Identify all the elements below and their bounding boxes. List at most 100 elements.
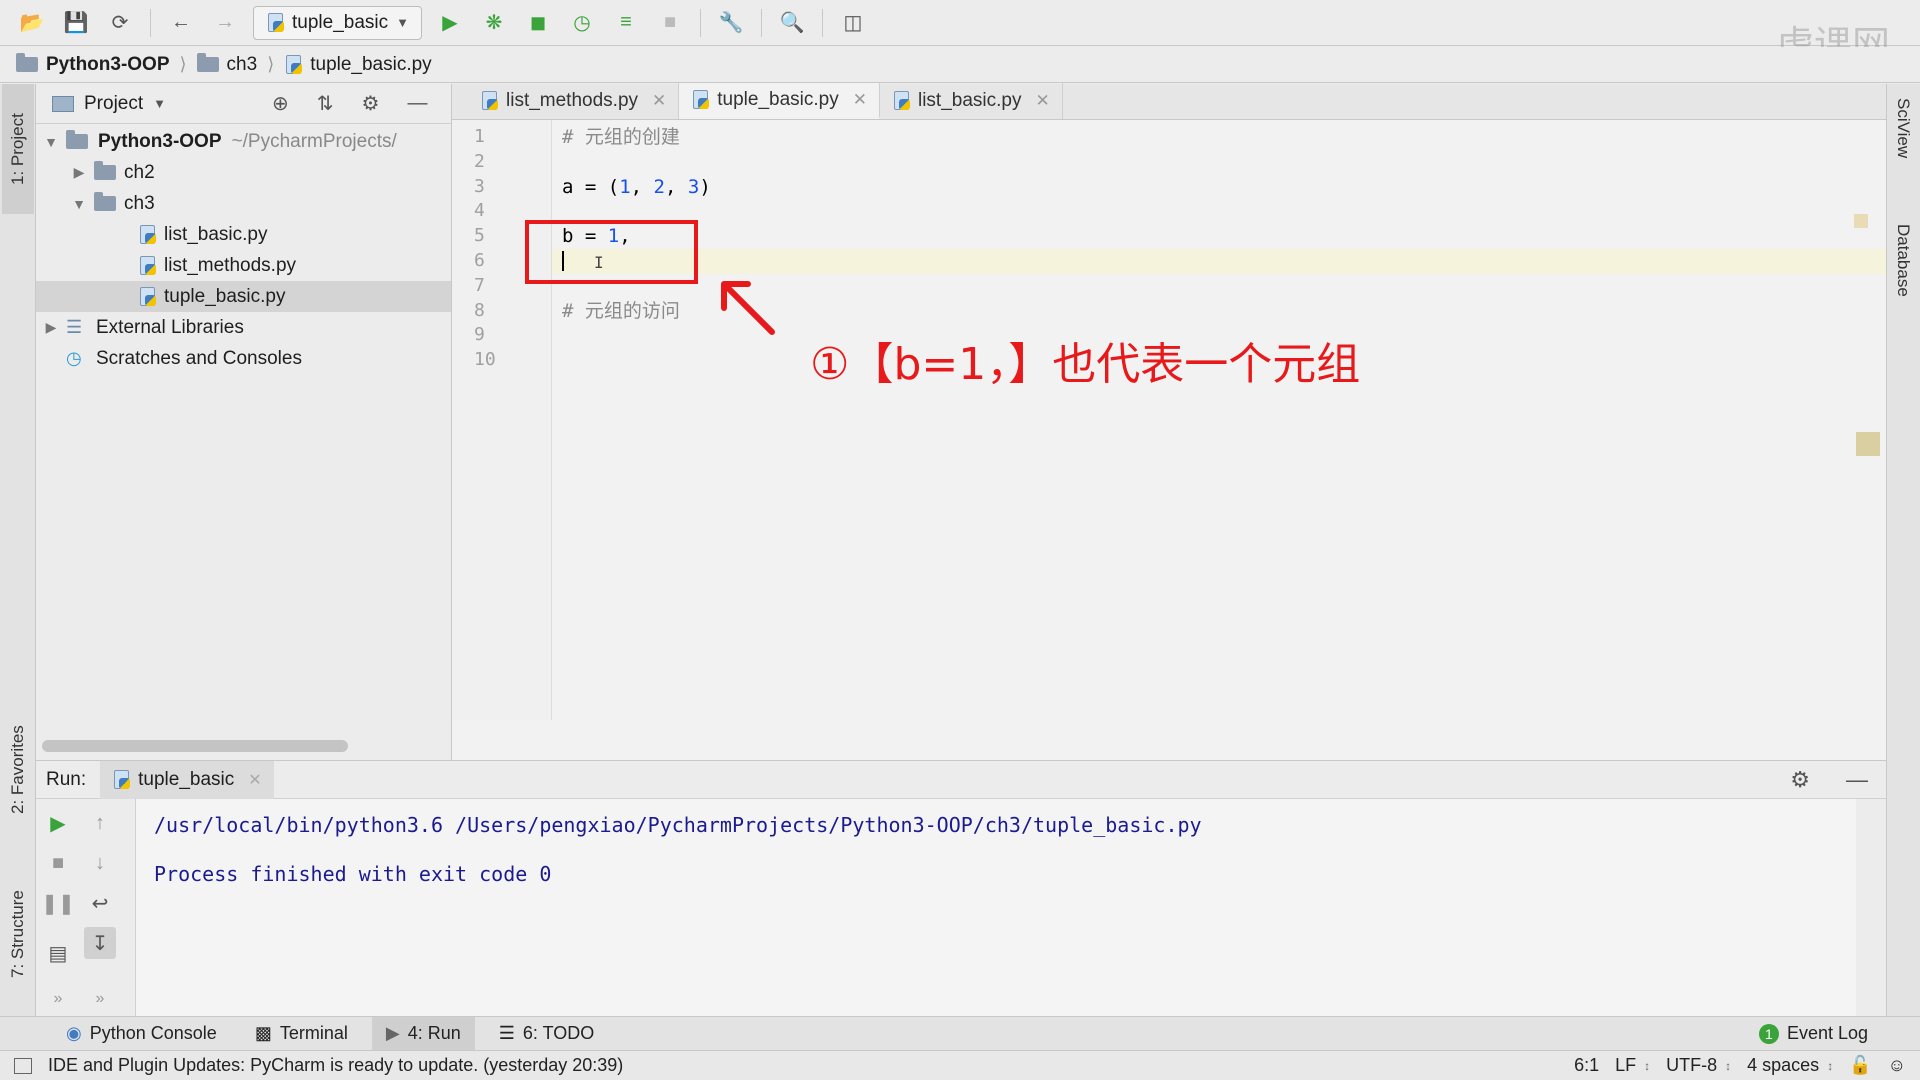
run-label: Run: (46, 768, 87, 790)
python-file-icon (480, 91, 498, 111)
stop-icon[interactable]: ■ (652, 5, 688, 41)
project-view-select[interactable]: Project (84, 93, 143, 115)
minimize-icon[interactable]: — (1846, 767, 1868, 793)
run-icon[interactable]: ▶ (432, 5, 468, 41)
tree-item-scratches[interactable]: ◷ Scratches and Consoles (36, 343, 451, 374)
lock-icon[interactable]: 🔓 (1849, 1055, 1871, 1076)
annotation-arrow-icon (721, 281, 775, 335)
run-with-coverage-icon[interactable]: ◼ (520, 5, 556, 41)
python-file-icon (138, 224, 156, 245)
tree-item-list-methods[interactable]: list_methods.py (36, 250, 451, 281)
down-arrow-icon[interactable]: ↓ (84, 847, 116, 879)
breadcrumb-folder-label: ch3 (226, 53, 258, 75)
run-tab[interactable]: tuple_basic ✕ (100, 760, 274, 799)
tab-todo[interactable]: ☰ 6: TODO (485, 1017, 609, 1051)
run-console-output[interactable]: /usr/local/bin/python3.6 /Users/pengxiao… (136, 799, 1856, 1017)
collapse-all-icon[interactable]: ⇅ (317, 91, 334, 116)
tab-run[interactable]: ▶ 4: Run (371, 1016, 475, 1051)
breadcrumb: Python3-OOP ⟩ ch3 ⟩ tuple_basic.py (0, 47, 1920, 83)
code-token: , (665, 175, 688, 198)
tree-item-label: list_methods.py (164, 254, 297, 276)
tree-item-root[interactable]: ▼ Python3-OOP ~/PycharmProjects/ (36, 126, 451, 157)
tree-item-ch2[interactable]: ▶ ch2 (36, 157, 451, 188)
tab-list-methods[interactable]: list_methods.py ✕ (468, 83, 680, 119)
up-arrow-icon[interactable]: ↑ (84, 807, 116, 839)
profile-icon[interactable]: ◷ (564, 5, 600, 41)
wrench-icon[interactable]: 🔧 (713, 5, 749, 41)
code-comment: # 元组的创建 (562, 126, 680, 148)
minimize-icon[interactable]: — (407, 92, 427, 115)
status-message[interactable]: IDE and Plugin Updates: PyCharm is ready… (48, 1055, 623, 1076)
file-encoding[interactable]: UTF-8 (1666, 1055, 1717, 1076)
back-icon[interactable]: ← (163, 5, 199, 41)
stop-icon[interactable]: ■ (42, 847, 74, 879)
chevron-right-icon[interactable]: ▶ (44, 319, 58, 336)
tab-tuple-basic[interactable]: tuple_basic.py ✕ (679, 83, 880, 119)
concurrency-diagram-icon[interactable]: ≡ (608, 5, 644, 41)
horizontal-scrollbar[interactable] (42, 740, 348, 752)
more-icon[interactable]: » (84, 983, 116, 1015)
close-icon[interactable]: ✕ (652, 91, 666, 111)
python-file-icon (138, 286, 156, 307)
error-stripe-marker[interactable] (1854, 214, 1868, 228)
layout-icon[interactable]: ▤ (42, 937, 74, 969)
tab-label: tuple_basic.py (717, 88, 839, 110)
tab-favorites[interactable]: 2: Favorites (2, 710, 34, 830)
chevron-down-icon[interactable]: ▼ (44, 134, 58, 150)
code-comment: # 元组的访问 (562, 299, 680, 322)
python-icon: ◉ (66, 1023, 82, 1043)
breadcrumb-project[interactable]: Python3-OOP (16, 53, 170, 76)
tab-structure[interactable]: 7: Structure (2, 874, 34, 994)
line-separator[interactable]: LF (1615, 1055, 1636, 1076)
tab-sciview[interactable]: SciView (1888, 98, 1918, 208)
close-icon[interactable]: ✕ (853, 90, 867, 110)
chevron-updown-icon: ↕ (1827, 1058, 1834, 1073)
gear-icon[interactable]: ⚙ (1790, 767, 1810, 793)
breadcrumb-folder[interactable]: ch3 (196, 53, 258, 76)
right-tool-strip: SciView Database (1886, 84, 1920, 1016)
tab-project[interactable]: 1: Project (2, 84, 34, 214)
run-panel: Run: tuple_basic ✕ ⚙ — ▶ ↑ ■ ↓ ❚❚ ↩ ▤ ↧ … (36, 760, 1886, 1017)
inspector-icon[interactable]: ☺ (1888, 1055, 1906, 1076)
line-number: 8 (474, 299, 485, 321)
locate-icon[interactable]: ⊕ (272, 91, 289, 116)
tab-structure-label: 7: Structure (8, 890, 27, 978)
panel-toggle-icon[interactable] (14, 1057, 32, 1074)
pause-icon[interactable]: ❚❚ (41, 887, 75, 919)
python-file-icon (691, 89, 710, 110)
tree-item-list-basic[interactable]: list_basic.py (36, 219, 451, 250)
tree-item-external-libraries[interactable]: ▶ ☰ External Libraries (36, 312, 451, 343)
soft-wrap-icon[interactable]: ↩ (84, 887, 116, 919)
tab-event-log[interactable]: 1 Event Log (1745, 1017, 1882, 1051)
tree-item-tuple-basic[interactable]: tuple_basic.py (36, 281, 451, 312)
code-token: ) (699, 175, 711, 198)
save-icon[interactable]: 💾 (58, 5, 94, 41)
tab-database[interactable]: Database (1888, 224, 1918, 344)
forward-icon[interactable]: → (207, 5, 243, 41)
tab-list-basic[interactable]: list_basic.py ✕ (880, 83, 1063, 119)
chevron-down-icon[interactable]: ▼ (72, 196, 86, 212)
run-configuration-select[interactable]: tuple_basic ▼ (253, 5, 422, 40)
search-icon[interactable]: 🔍 (774, 5, 810, 41)
debug-icon[interactable]: ❋ (476, 5, 512, 41)
scroll-to-end-icon[interactable]: ↧ (84, 927, 116, 959)
caret-position[interactable]: 6:1 (1574, 1055, 1599, 1076)
code-editor[interactable]: # 元组的创建 a = (1, 2, 3) b = 1, I # 元组的访问 (552, 120, 1886, 720)
open-folder-icon[interactable]: 📂 (14, 5, 50, 41)
gear-icon[interactable]: ⚙ (362, 91, 380, 116)
more-icon[interactable]: » (42, 983, 74, 1015)
toolbar-divider (150, 8, 151, 37)
chevron-right-icon[interactable]: ▶ (72, 164, 86, 181)
error-stripe-marker[interactable] (1856, 432, 1880, 456)
close-icon[interactable]: ✕ (248, 770, 261, 790)
chevron-down-icon[interactable]: ▼ (153, 96, 166, 111)
breadcrumb-file[interactable]: tuple_basic.py (284, 54, 432, 76)
sync-icon[interactable]: ⟳ (102, 5, 138, 41)
close-icon[interactable]: ✕ (1035, 91, 1049, 111)
tab-terminal[interactable]: ▩ Terminal (241, 1017, 362, 1051)
vcs-icon[interactable]: ◫ (835, 5, 871, 41)
indent-setting[interactable]: 4 spaces (1747, 1055, 1819, 1076)
tab-python-console[interactable]: ◉ Python Console (52, 1017, 231, 1051)
rerun-icon[interactable]: ▶ (42, 807, 74, 839)
tree-item-ch3[interactable]: ▼ ch3 (36, 188, 451, 219)
